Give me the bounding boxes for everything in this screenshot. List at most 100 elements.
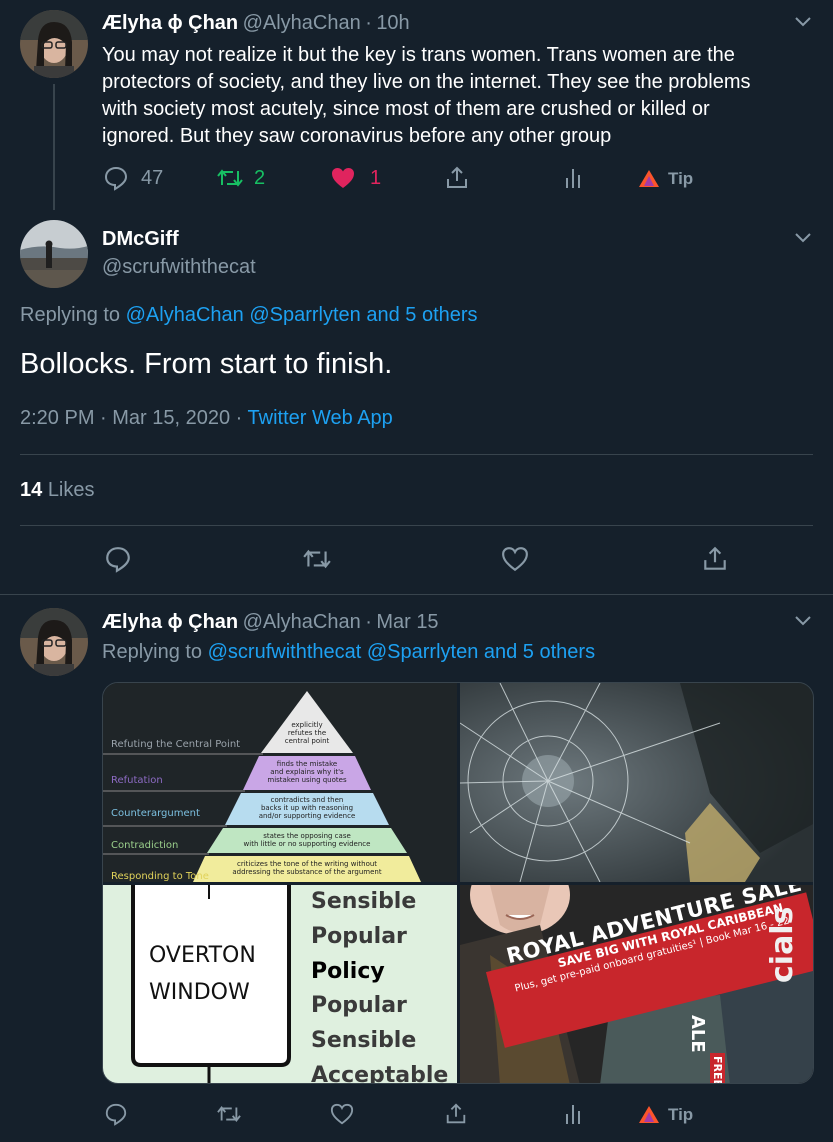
overton-label: OVERTON WINDOW xyxy=(149,937,256,1011)
tweet3-header: Ælyha ɸ Çhan @AlyhaChan · Mar 15 xyxy=(102,611,439,634)
likes-summary[interactable]: 14 Likes xyxy=(20,479,95,502)
overton-list-item: Acceptable xyxy=(311,1062,449,1084)
overton-list-item: Popular xyxy=(311,993,407,1019)
retweet-count: 2 xyxy=(254,166,266,189)
pyramid-level-label: Refuting the Central Point xyxy=(111,739,241,750)
tip-label: Tip xyxy=(668,169,694,188)
like-button[interactable]: 1 xyxy=(330,165,381,191)
desc-line: with little or no supporting evidence xyxy=(243,840,371,848)
retweet-button[interactable]: 2 xyxy=(216,165,265,191)
heart-icon xyxy=(330,1103,354,1125)
author-handle[interactable]: @AlyhaChan xyxy=(243,611,361,633)
likes-label: Likes xyxy=(47,479,95,501)
tweet2-author[interactable]: DMcGiff @scrufwiththecat xyxy=(102,228,256,279)
desc-line: contradicts and then xyxy=(270,796,344,804)
replying-to: Replying to @scrufwiththecat @Sparrlyten… xyxy=(102,641,595,664)
share-icon xyxy=(704,546,726,570)
author-handle[interactable]: @scrufwiththecat xyxy=(102,256,256,279)
replying-to: Replying to @AlyhaChan @Sparrlyten and 5… xyxy=(20,304,478,327)
avatar-alyhachan[interactable] xyxy=(20,608,88,676)
author-name[interactable]: DMcGiff xyxy=(102,228,256,251)
retweet-button[interactable] xyxy=(302,545,332,573)
media-image-argument-pyramid[interactable]: Refuting the Central Point Refutation Co… xyxy=(103,683,457,882)
tweet-meta: 2:20 PM · Mar 15, 2020 · Twitter Web App xyxy=(20,407,393,430)
tweet-time[interactable]: 10h xyxy=(376,12,409,34)
magazine-sale-text: ALE xyxy=(687,1015,708,1053)
heart-icon xyxy=(502,547,528,572)
overton-list-item: Policy xyxy=(311,958,385,984)
retweet-icon xyxy=(217,1106,241,1122)
pyramid-level-desc: states the opposing case with little or … xyxy=(219,832,395,848)
share-icon xyxy=(447,166,467,188)
tweet1-text: You may not realize it but the key is tr… xyxy=(102,42,812,150)
share-button[interactable] xyxy=(444,165,470,191)
reply-icon xyxy=(104,166,128,191)
replying-to-links[interactable]: @AlyhaChan @Sparrlyten and 5 others xyxy=(126,304,478,326)
desc-line: central point xyxy=(284,737,330,745)
broken-glass-picture xyxy=(460,683,813,882)
media-grid: Refuting the Central Point Refutation Co… xyxy=(102,682,814,1084)
header-separator: · xyxy=(365,12,372,34)
magazine-side-text: cials xyxy=(765,906,800,983)
likes-count: 14 xyxy=(20,479,43,501)
tweet-time[interactable]: Mar 15 xyxy=(376,611,438,633)
tip-button[interactable]: Tip xyxy=(638,1104,693,1126)
author-name[interactable]: Ælyha ɸ Çhan xyxy=(102,611,238,633)
retweet-button[interactable] xyxy=(216,1102,242,1126)
overton-label-line: OVERTON xyxy=(149,943,256,968)
header-separator: · xyxy=(365,611,372,633)
tweet-text-line: with society most acutely, since most of… xyxy=(102,98,710,120)
desc-line: addressing the substance of the argument xyxy=(232,868,382,876)
analytics-icon xyxy=(566,169,580,188)
share-button[interactable] xyxy=(444,1102,468,1126)
author-handle[interactable]: @AlyhaChan xyxy=(243,12,361,34)
replying-to-links[interactable]: @scrufwiththecat @Sparrlyten and 5 other… xyxy=(208,641,595,663)
pyramid-level-label: Responding to Tone xyxy=(111,871,209,882)
pyramid-level-label: Counterargument xyxy=(111,808,200,819)
overton-list-item: Sensible xyxy=(311,1028,417,1054)
author-name[interactable]: Ælyha ɸ Çhan xyxy=(102,12,238,34)
analytics-button[interactable] xyxy=(562,1102,584,1126)
brave-tip-icon xyxy=(639,1106,659,1123)
reply-icon xyxy=(106,547,130,573)
divider xyxy=(20,525,813,526)
like-count: 1 xyxy=(370,166,382,189)
share-button[interactable] xyxy=(701,545,729,573)
tweet-timestamp[interactable]: 2:20 PM · Mar 15, 2020 xyxy=(20,407,230,429)
reply-button[interactable] xyxy=(104,1102,128,1126)
divider xyxy=(20,454,813,455)
tweet-text-line: You may not realize it but the key is tr… xyxy=(102,44,735,66)
thread-line xyxy=(53,84,55,210)
brave-tip-icon xyxy=(639,170,659,187)
desc-line: criticizes the tone of the writing witho… xyxy=(236,860,378,868)
reply-button[interactable]: 47 xyxy=(103,165,163,191)
pyramid-level-desc: finds the mistake and explains why it's … xyxy=(253,760,361,784)
analytics-button[interactable] xyxy=(562,166,584,190)
media-image-broken-glass[interactable] xyxy=(460,683,813,882)
tip-label: Tip xyxy=(668,1105,694,1124)
chevron-down-icon[interactable] xyxy=(792,226,814,248)
pyramid-level-desc: criticizes the tone of the writing witho… xyxy=(203,860,411,876)
retweet-icon xyxy=(217,169,243,187)
like-button[interactable] xyxy=(501,545,529,573)
desc-line: mistaken using quotes xyxy=(267,776,347,784)
desc-line: and/or supporting evidence xyxy=(258,812,356,820)
overton-label-line: WINDOW xyxy=(149,980,250,1005)
like-button[interactable] xyxy=(330,1102,354,1126)
chevron-down-icon[interactable] xyxy=(792,10,814,32)
avatar-alyhachan[interactable] xyxy=(20,10,88,78)
pyramid-level-label: Contradiction xyxy=(111,840,179,851)
tweet-source[interactable]: Twitter Web App xyxy=(248,407,393,429)
tip-button[interactable]: Tip xyxy=(638,168,693,190)
media-image-cruise-ad[interactable]: ROYAL ADVENTURE SALE SAVE BIG WITH ROYAL… xyxy=(460,885,813,1083)
chevron-down-icon[interactable] xyxy=(792,609,814,631)
avatar-dmcgiff[interactable] xyxy=(20,220,88,288)
overton-list-item: Sensible xyxy=(311,889,417,914)
media-image-overton-window[interactable]: OVERTON WINDOW Sensible Popular Policy P… xyxy=(103,885,457,1084)
reply-button[interactable] xyxy=(104,545,132,573)
desc-line: finds the mistake xyxy=(276,760,338,768)
desc-line: and explains why it's xyxy=(270,768,344,776)
desc-line: states the opposing case xyxy=(263,832,351,840)
pyramid-level-desc: contradicts and then backs it up with re… xyxy=(237,796,377,820)
desc-line: refutes the xyxy=(287,729,327,737)
